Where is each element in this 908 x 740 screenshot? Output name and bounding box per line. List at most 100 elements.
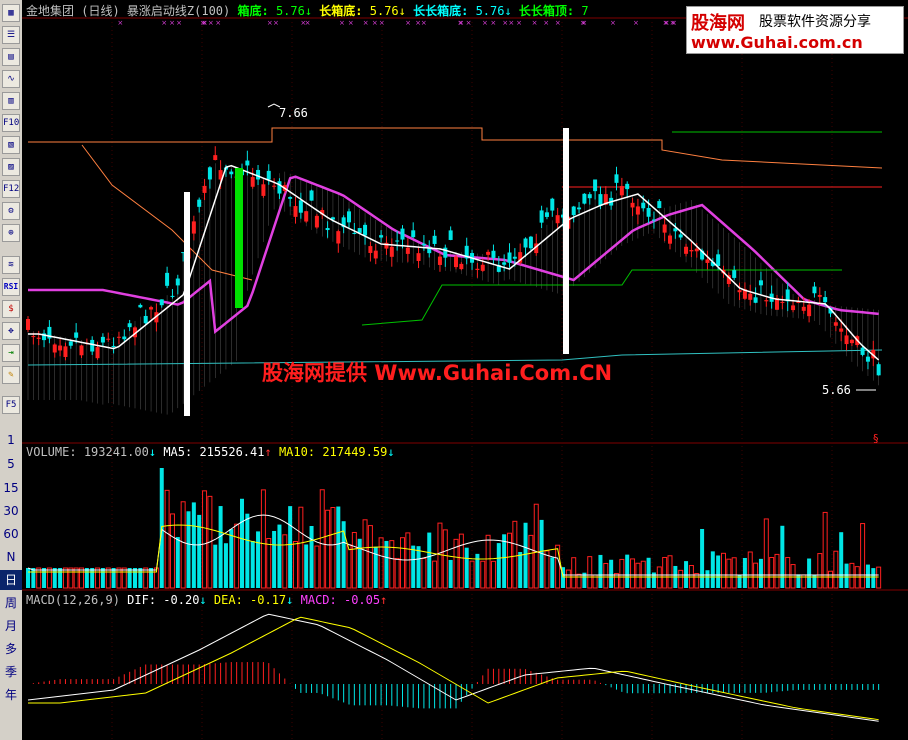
period-5[interactable]: 5 (0, 454, 22, 474)
macd-arrow: ↑ (380, 593, 388, 607)
volume-bar (427, 532, 432, 588)
line-chart-icon[interactable]: ∿ (2, 70, 20, 88)
period-multi[interactable]: 多 (0, 639, 22, 659)
header-item-label-2: 长长箱底: (405, 4, 476, 18)
candle-body (646, 207, 651, 217)
info-icon[interactable]: ▨ (2, 158, 20, 176)
candle-body (876, 364, 881, 376)
x-marker: × (516, 19, 522, 27)
zoom-icon[interactable]: ⊕ (2, 224, 20, 242)
header-item-value-3: 7 (581, 4, 589, 18)
indicator-icon[interactable]: ≋ (2, 256, 20, 274)
ma10-arrow: ↓ (387, 445, 395, 459)
volume-bar (716, 555, 721, 588)
candle-body (732, 270, 737, 278)
macd-name: MACD(12,26,9) (26, 593, 120, 607)
x-marker: × (664, 19, 670, 27)
candle-body (705, 259, 710, 263)
candle-body (865, 356, 870, 362)
x-marker: × (508, 19, 514, 27)
exit-icon[interactable]: ⇥ (2, 344, 20, 362)
candle-body (416, 253, 421, 261)
candle-body (395, 240, 400, 242)
candle-body (229, 171, 234, 175)
period-30[interactable]: 30 (0, 501, 22, 521)
candle-body (593, 179, 598, 192)
volume-label: VOLUME: (26, 445, 77, 459)
volume-bar (646, 557, 651, 588)
grid-icon[interactable]: ▦ (2, 4, 20, 22)
candle-body (165, 272, 170, 286)
pencil-icon[interactable]: ✎ (2, 366, 20, 384)
volume-bar (288, 506, 293, 588)
period-quarter[interactable]: 季 (0, 662, 22, 682)
volume-bar (871, 568, 876, 588)
candle-body (293, 206, 298, 217)
candle-body (801, 306, 806, 311)
period-60[interactable]: 60 (0, 524, 22, 544)
volume-bar (84, 568, 89, 588)
ma5-value: 215526.41 (199, 445, 265, 459)
candle-body (175, 278, 180, 286)
x-marker: × (176, 19, 182, 27)
logo-url: www.Guhai.com.cn (691, 33, 863, 52)
volume-bar (245, 513, 250, 588)
volume-bar (229, 529, 234, 588)
volume-bar (839, 532, 844, 588)
candle-body (507, 252, 512, 263)
tools-icon[interactable]: ⚙ (2, 202, 20, 220)
f10-button[interactable]: F10 (2, 114, 20, 132)
move-icon[interactable]: ✥ (2, 322, 20, 340)
x-marker: × (201, 19, 207, 27)
x-marker: × (415, 19, 421, 27)
dollar-icon[interactable]: $ (2, 300, 20, 318)
candle-body (716, 254, 721, 266)
volume-bar (523, 522, 528, 588)
candle-body (812, 286, 817, 294)
macd-value: -0.05 (343, 593, 381, 607)
volume-bar (464, 547, 469, 588)
volume-bar (742, 557, 747, 588)
chart-header: 金地集团 (日线) 暴涨启动线Z(100) 箱底: 5.76↓ 长箱底: 5.7… (26, 2, 589, 19)
period-year[interactable]: 年 (0, 685, 22, 705)
volume-bar (609, 559, 614, 588)
dif-value: -0.20 (163, 593, 200, 607)
candle-body (325, 228, 330, 231)
candle-icon[interactable]: ▥ (2, 92, 20, 110)
candle-body (689, 250, 694, 252)
candle-body (860, 347, 865, 355)
period-month[interactable]: 月 (0, 616, 22, 636)
candle-body (432, 235, 437, 244)
candle-body (668, 235, 672, 244)
candle-body (758, 280, 763, 286)
f5-button[interactable]: F5 (2, 396, 20, 414)
candle-body (389, 246, 394, 257)
period-week[interactable]: 周 (0, 593, 22, 613)
x-marker: × (300, 19, 306, 27)
volume-bar (256, 531, 261, 588)
period-n[interactable]: N (0, 547, 22, 567)
header-item-label-3: 长长箱顶: (511, 4, 582, 18)
period-1[interactable]: 1 (0, 430, 22, 450)
period-15[interactable]: 15 (0, 478, 22, 498)
table-icon[interactable]: ▤ (2, 48, 20, 66)
volume-bar (309, 526, 314, 588)
macd-header: MACD(12,26,9) DIF: -0.20↓ DEA: -0.17↓ MA… (26, 593, 387, 607)
report-icon[interactable]: ▧ (2, 136, 20, 154)
volume-bar (336, 506, 341, 588)
period-day[interactable]: 日 (0, 570, 22, 590)
x-marker: × (610, 19, 616, 27)
x-marker: × (208, 19, 214, 27)
candle-body (79, 345, 84, 356)
signal-marker (184, 192, 190, 416)
rsi-button[interactable]: RSI (2, 278, 20, 296)
macd-label: MACD: (300, 593, 337, 607)
f12-button[interactable]: F12 (2, 180, 20, 198)
x-marker: × (490, 19, 496, 27)
dea-arrow: ↓ (286, 593, 294, 607)
candle-body (106, 338, 111, 340)
list-icon[interactable]: ☰ (2, 26, 20, 44)
candle-body (373, 250, 378, 259)
candle-body (657, 201, 662, 209)
left-toolbar: ▦ ☰ ▤ ∿ ▥ F10 ▧ ▨ F12 ⚙ ⊕ ≋ RSI $ ✥ ⇥ ✎ … (0, 0, 23, 740)
